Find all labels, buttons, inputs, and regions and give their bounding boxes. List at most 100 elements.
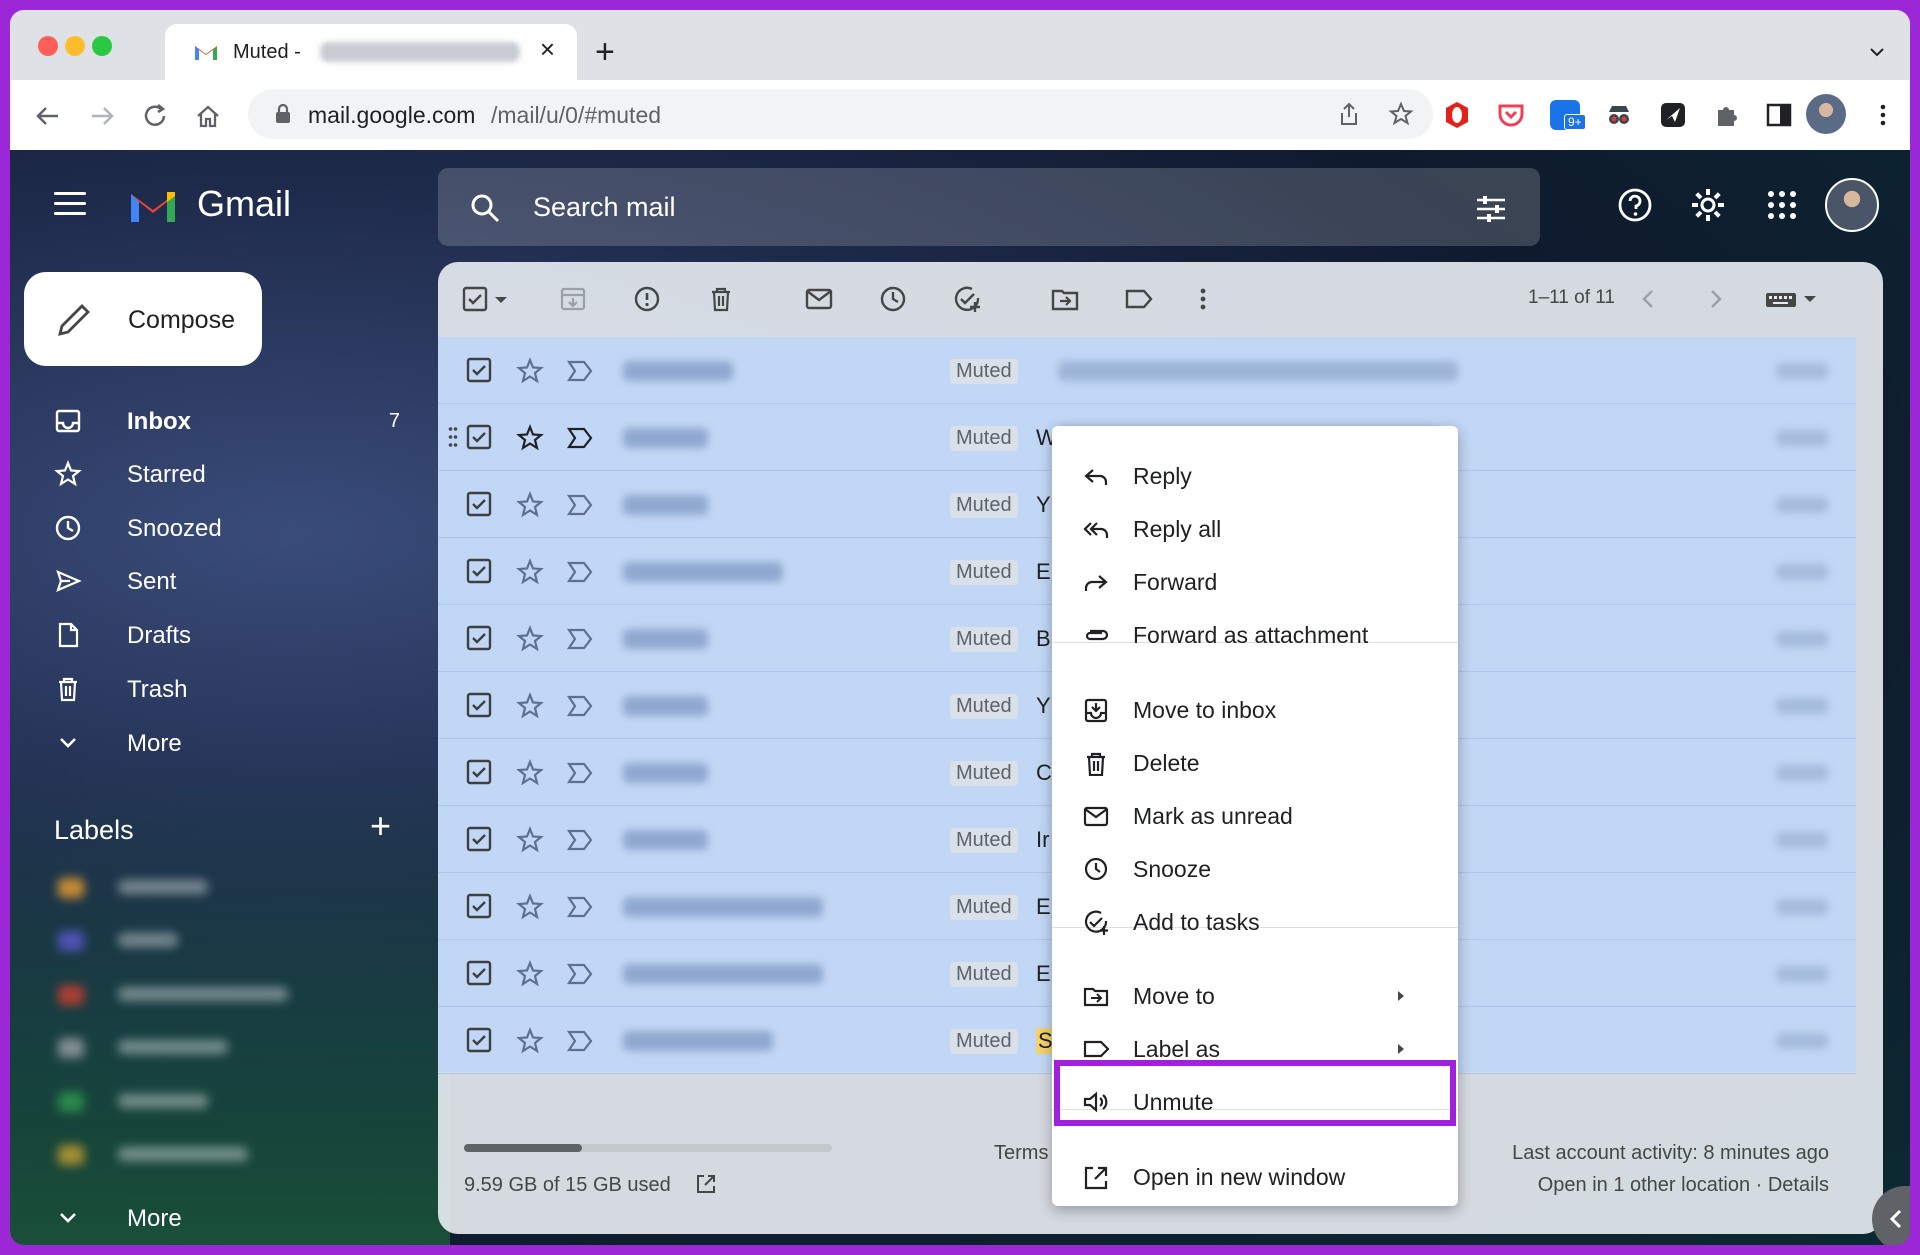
star-icon[interactable] [516, 1027, 544, 1055]
menu-item-forward[interactable]: Forward [1052, 556, 1458, 608]
new-tab-icon[interactable]: + [595, 35, 615, 69]
extension-badge-icon[interactable]: 9+ [1550, 100, 1586, 130]
row-checkbox-icon[interactable] [466, 893, 492, 919]
lock-icon[interactable] [274, 103, 292, 125]
add-label-icon[interactable]: + [370, 805, 391, 847]
row-checkbox-icon[interactable] [466, 357, 492, 383]
menu-item-delete[interactable]: Delete [1052, 737, 1458, 789]
row-checkbox-icon[interactable] [466, 759, 492, 785]
reload-icon[interactable] [141, 102, 169, 130]
menu-item-mark-as-unread[interactable]: Mark as unread [1052, 790, 1458, 842]
nav-item-sent[interactable]: Sent [44, 555, 414, 605]
archive-icon[interactable] [558, 284, 588, 314]
star-icon[interactable] [516, 558, 544, 586]
zoom-window-button[interactable] [92, 36, 112, 56]
select-dropdown-icon[interactable] [492, 284, 510, 314]
move-to-folder-icon[interactable] [1050, 284, 1080, 314]
label-tag-icon[interactable] [1124, 284, 1154, 314]
star-icon[interactable] [516, 893, 544, 921]
menu-item-reply-all[interactable]: Reply all [1052, 503, 1458, 555]
search-bar[interactable]: Search mail [438, 168, 1540, 246]
label-item-redacted[interactable] [52, 1086, 332, 1116]
older-chevron-right-icon[interactable] [1700, 284, 1730, 314]
input-tools-keyboard-icon[interactable] [1764, 284, 1820, 314]
add-to-tasks-icon[interactable] [952, 284, 982, 314]
snooze-clock-icon[interactable] [878, 284, 908, 314]
importance-marker-icon[interactable] [566, 895, 594, 919]
row-checkbox-icon[interactable] [466, 625, 492, 651]
more-options-icon[interactable] [1188, 284, 1218, 314]
nav-item-starred[interactable]: Starred [44, 448, 414, 498]
home-icon[interactable] [194, 102, 222, 130]
forward-arrow-icon[interactable] [88, 102, 116, 130]
row-checkbox-icon[interactable] [466, 558, 492, 584]
importance-marker-icon[interactable] [566, 694, 594, 718]
label-item-redacted[interactable] [52, 1032, 332, 1062]
row-checkbox-icon[interactable] [466, 960, 492, 986]
star-icon[interactable] [516, 692, 544, 720]
importance-marker-icon[interactable] [566, 828, 594, 852]
search-options-icon[interactable] [1474, 192, 1508, 226]
browser-tab[interactable]: Muted - × [165, 24, 577, 80]
extensions-puzzle-icon[interactable] [1712, 100, 1742, 130]
importance-marker-icon[interactable] [566, 962, 594, 986]
minimize-window-button[interactable] [65, 36, 85, 56]
drag-handle-icon[interactable] [448, 426, 458, 448]
importance-marker-icon[interactable] [566, 359, 594, 383]
delete-trash-icon[interactable] [706, 284, 736, 314]
nav-item-snoozed[interactable]: Snoozed [44, 502, 414, 552]
account-avatar[interactable] [1825, 178, 1879, 232]
importance-marker-icon[interactable] [566, 761, 594, 785]
back-arrow-icon[interactable] [34, 102, 62, 130]
report-spam-icon[interactable] [632, 284, 662, 314]
star-icon[interactable] [516, 357, 544, 385]
nav-item-inbox[interactable]: Inbox 7 [44, 395, 414, 445]
menu-item-forward-as-attachment[interactable]: Forward as attachment [1052, 609, 1458, 661]
star-icon[interactable] [516, 960, 544, 988]
importance-marker-icon[interactable] [566, 426, 594, 450]
star-icon[interactable] [516, 625, 544, 653]
help-icon[interactable] [1616, 186, 1654, 224]
importance-marker-icon[interactable] [566, 627, 594, 651]
open-storage-external-icon[interactable] [694, 1172, 718, 1196]
terms-link[interactable]: Terms [994, 1142, 1048, 1165]
opera-extension-icon[interactable] [1442, 100, 1472, 130]
row-checkbox-icon[interactable] [466, 692, 492, 718]
mark-unread-mail-icon[interactable] [804, 284, 834, 314]
send-extension-icon[interactable] [1658, 100, 1688, 130]
settings-gear-icon[interactable] [1689, 186, 1727, 224]
star-icon[interactable] [516, 424, 544, 452]
star-icon[interactable] [516, 759, 544, 787]
address-bar[interactable]: mail.google.com /mail/u/0/#muted [248, 89, 1433, 139]
row-checkbox-icon[interactable] [466, 424, 492, 450]
row-checkbox-icon[interactable] [466, 491, 492, 517]
label-item-redacted[interactable] [52, 925, 332, 955]
search-input[interactable]: Search mail [533, 192, 676, 223]
label-item-redacted[interactable] [52, 979, 332, 1009]
browser-menu-icon[interactable] [1868, 100, 1898, 130]
close-window-button[interactable] [38, 36, 58, 56]
apps-grid-icon[interactable] [1763, 186, 1801, 224]
labels-more[interactable]: More [44, 1192, 414, 1242]
label-item-redacted[interactable] [52, 1139, 332, 1169]
importance-marker-icon[interactable] [566, 493, 594, 517]
close-tab-icon[interactable]: × [540, 34, 555, 65]
star-icon[interactable] [516, 826, 544, 854]
menu-item-snooze[interactable]: Snooze [1052, 843, 1458, 895]
menu-item-move-to[interactable]: Move to [1052, 970, 1458, 1022]
label-item-redacted[interactable] [52, 872, 332, 902]
main-menu-icon[interactable] [54, 192, 86, 216]
menu-item-add-to-tasks[interactable]: Add to tasks [1052, 896, 1458, 948]
menu-item-open-in-new-window[interactable]: Open in new window [1052, 1151, 1458, 1203]
share-icon[interactable] [1336, 101, 1362, 127]
importance-marker-icon[interactable] [566, 560, 594, 584]
star-icon[interactable] [516, 491, 544, 519]
nav-item-more[interactable]: More [44, 717, 414, 767]
side-panel-icon[interactable] [1764, 100, 1794, 130]
spy-extension-icon[interactable] [1604, 100, 1634, 130]
menu-item-move-to-inbox[interactable]: Move to inbox [1052, 684, 1458, 736]
search-icon[interactable] [468, 191, 502, 225]
other-location-details-link[interactable]: Open in 1 other location · Details [1538, 1174, 1829, 1197]
nav-item-drafts[interactable]: Drafts [44, 609, 414, 659]
newer-chevron-left-icon[interactable] [1634, 284, 1664, 314]
